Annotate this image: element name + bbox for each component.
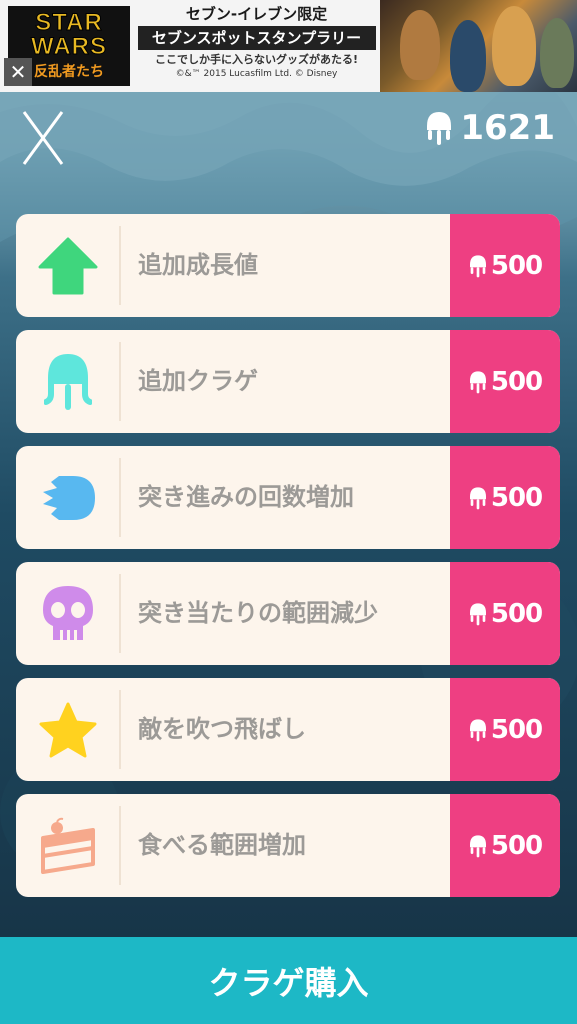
item-label: 追加クラゲ [138, 367, 258, 395]
shop-item-bounce-range[interactable]: 突き当たりの範囲減少 500 [16, 562, 560, 665]
item-icon-wrap [16, 330, 119, 433]
item-label: 突き進みの回数増加 [138, 483, 354, 511]
jellyfish-icon [427, 112, 452, 145]
price-value: 500 [490, 366, 543, 397]
ad-close-button[interactable]: ✕ [4, 58, 32, 86]
price-button[interactable]: 500 [450, 446, 560, 549]
x-icon [22, 111, 64, 165]
item-label: 食べる範囲増加 [138, 831, 306, 859]
ad-line-2: セブンスポットスタンプラリー [137, 26, 376, 50]
price-button[interactable]: 500 [450, 562, 560, 665]
green-arrow-up-icon [38, 237, 97, 294]
item-divider [119, 458, 121, 537]
shop-item-dash-count[interactable]: 突き進みの回数増加 500 [16, 446, 560, 549]
item-icon-wrap [16, 678, 119, 781]
jellyfish-icon [43, 353, 92, 410]
item-divider [119, 690, 121, 769]
ad-logo-text: STAR WARS [31, 9, 107, 60]
item-divider [119, 806, 121, 885]
buy-label: クラゲ購入 [208, 963, 369, 1002]
ad-text-block: セブン-イレブン限定 セブンスポットスタンプラリー ここでしか手に入らないグッズ… [134, 4, 379, 90]
price-button[interactable]: 500 [450, 794, 560, 897]
shop-item-growth[interactable]: 追加成長値 500 [16, 214, 560, 317]
item-icon-wrap [16, 794, 119, 897]
currency-amount: 1621 [460, 108, 555, 148]
jellyfish-icon [469, 370, 486, 393]
item-icon-wrap [16, 446, 119, 549]
item-label: 突き当たりの範囲減少 [138, 599, 378, 627]
jellyfish-icon [469, 602, 486, 625]
item-divider [119, 226, 121, 305]
jellyfish-icon [469, 254, 486, 277]
item-divider [119, 574, 121, 653]
ad-logo-sub: 反乱者たち [34, 64, 104, 80]
shop-item-knockback[interactable]: 敵を吹つ飛ばし 500 [16, 678, 560, 781]
jellyfish-icon [469, 718, 486, 741]
price-button[interactable]: 500 [450, 678, 560, 781]
price-value: 500 [490, 598, 543, 629]
star-icon [39, 702, 96, 757]
price-value: 500 [490, 250, 543, 281]
price-value: 500 [490, 482, 543, 513]
price-button[interactable]: 500 [450, 330, 560, 433]
ad-banner[interactable]: STAR WARS 反乱者たち セブン-イレブン限定 セブンスポットスタンプラリ… [0, 0, 577, 92]
item-icon-wrap [16, 214, 119, 317]
item-divider [119, 342, 121, 421]
jellyfish-icon [469, 486, 486, 509]
currency-counter: 1621 [424, 108, 555, 148]
ad-artwork [380, 0, 577, 92]
cake-icon [40, 817, 95, 874]
item-icon-wrap [16, 562, 119, 665]
item-label: 追加成長値 [138, 251, 258, 279]
jellyfish-icon [469, 834, 486, 857]
ad-line-3: ここでしか手に入らないグッズがあたる! [154, 53, 358, 66]
blue-chomper-icon [42, 475, 95, 520]
item-label: 敵を吹つ飛ばし [138, 715, 306, 743]
buy-jellyfish-button[interactable]: クラゲ購入 [0, 937, 577, 1024]
ad-line-1: セブン-イレブン限定 [185, 5, 328, 23]
shop-item-eat-range[interactable]: 食べる範囲増加 500 [16, 794, 560, 897]
shop-item-jellyfish[interactable]: 追加クラゲ 500 [16, 330, 560, 433]
ad-line-4: ©&™ 2015 Lucasfilm Ltd. © Disney [175, 69, 338, 79]
price-value: 500 [490, 714, 543, 745]
close-button[interactable] [20, 108, 66, 168]
price-button[interactable]: 500 [450, 214, 560, 317]
skull-icon [42, 585, 93, 640]
price-value: 500 [490, 830, 543, 861]
